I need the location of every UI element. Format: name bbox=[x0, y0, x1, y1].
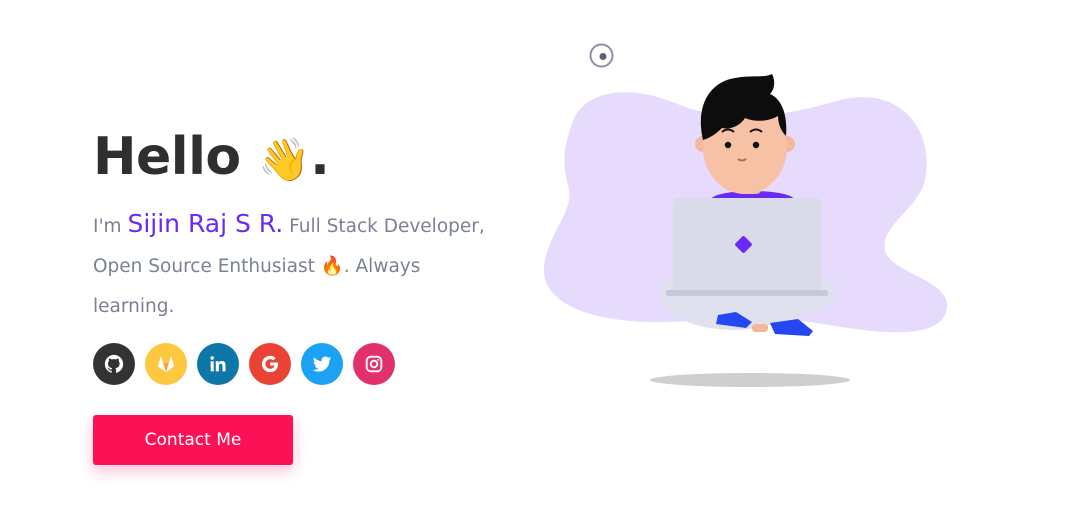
laptop-base bbox=[666, 290, 828, 296]
linkedin-icon bbox=[210, 356, 226, 372]
floor-shadow bbox=[650, 373, 850, 387]
greeting-text: Hello bbox=[93, 127, 241, 187]
google-link[interactable] bbox=[249, 343, 291, 385]
contact-me-button[interactable]: Contact Me bbox=[93, 415, 293, 465]
twitter-link[interactable] bbox=[301, 343, 343, 385]
greeting-punct: . bbox=[310, 127, 330, 187]
gitlab-icon bbox=[157, 356, 175, 373]
left-eye bbox=[724, 141, 732, 149]
developer-illustration bbox=[543, 74, 948, 387]
wave-emoji: 👋 bbox=[258, 135, 311, 184]
instagram-icon bbox=[365, 355, 383, 373]
google-icon bbox=[261, 355, 279, 373]
gitlab-link[interactable] bbox=[145, 343, 187, 385]
intro-prefix: I'm bbox=[93, 216, 128, 237]
twitter-icon bbox=[312, 356, 332, 372]
fire-emoji: 🔥 bbox=[320, 256, 344, 277]
social-links bbox=[93, 343, 513, 385]
foot-skin bbox=[752, 324, 768, 332]
right-eye bbox=[752, 141, 760, 149]
intro-text: I'm Sijin Raj S R. Full Stack Developer,… bbox=[93, 204, 503, 327]
github-link[interactable] bbox=[93, 343, 135, 385]
greeting-heading: Hello 👋. bbox=[93, 125, 513, 192]
instagram-link[interactable] bbox=[353, 343, 395, 385]
github-icon bbox=[104, 354, 124, 373]
hero-text: Hello 👋. I'm Sijin Raj S R. Full Stack D… bbox=[93, 125, 513, 385]
developer-name: Sijin Raj S R. bbox=[127, 209, 284, 238]
linkedin-link[interactable] bbox=[197, 343, 239, 385]
